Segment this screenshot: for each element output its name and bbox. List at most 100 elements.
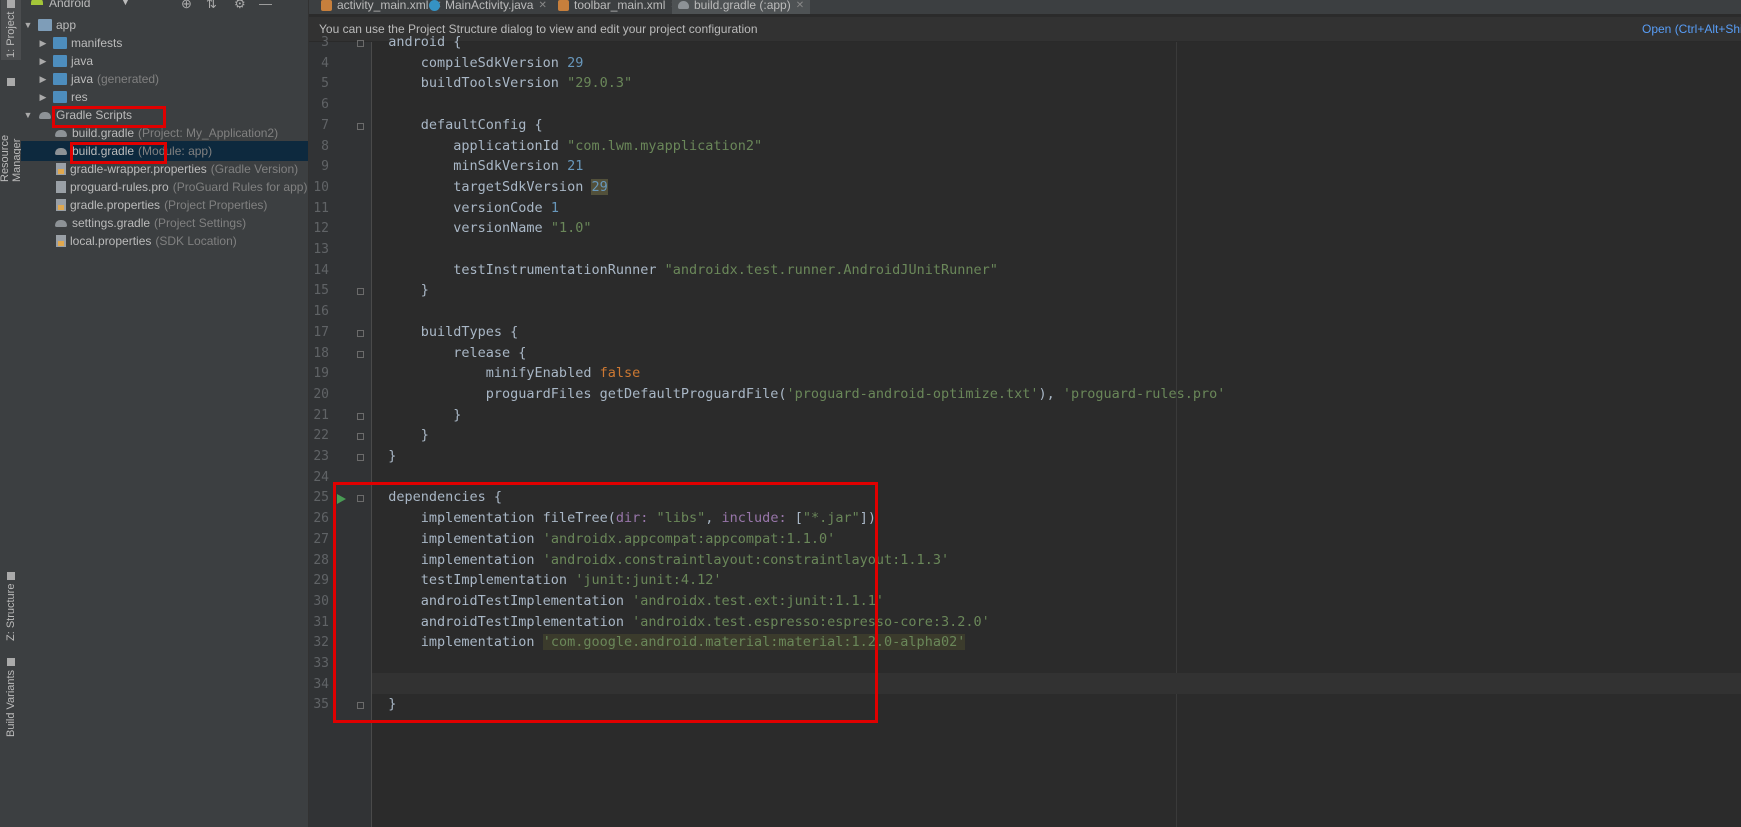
code-line: minSdkVersion 21 (372, 158, 584, 175)
fold-marker-icon[interactable] (357, 329, 364, 337)
line-number: 27 (313, 531, 329, 547)
line-number: 10 (313, 179, 329, 195)
tree-item-java-generated[interactable]: ▶ java (generated) (21, 69, 308, 89)
tab-label: MainActivity.java (445, 0, 534, 12)
tree-item-label: gradle-wrapper.properties (70, 162, 207, 176)
fold-marker-icon[interactable] (357, 350, 364, 358)
xml-file-icon (321, 0, 332, 11)
tree-item-hint: (ProGuard Rules for app) (172, 180, 308, 194)
code-line: defaultConfig { (372, 116, 543, 133)
tree-item-label: java (71, 72, 94, 86)
resource-manager-tab[interactable]: Resource Manager (0, 78, 23, 182)
resource-manager-icon (7, 78, 15, 86)
build-variants-tab-label: Build Variants (5, 670, 17, 738)
annotation-box-gradle-scripts (52, 106, 166, 128)
line-number: 17 (313, 324, 329, 340)
folder-icon (53, 55, 67, 67)
code-line: proguardFiles getDefaultProguardFile('pr… (372, 385, 1226, 402)
code-line: applicationId "com.lwm.myapplication2" (372, 137, 763, 154)
resources-folder-icon (53, 91, 67, 103)
text-file-icon (56, 181, 66, 193)
line-number: 16 (313, 304, 329, 320)
tree-item-label: res (71, 90, 88, 104)
tree-item-hint: (Project: My_Application2) (138, 126, 279, 140)
tree-item-label: app (56, 18, 77, 32)
project-folder-icon (7, 0, 15, 8)
gear-icon[interactable]: ⚙ (234, 0, 246, 12)
tree-item-local-properties[interactable]: local.properties (SDK Location) (21, 231, 308, 251)
line-number: 18 (313, 345, 329, 361)
folder-icon (53, 37, 67, 49)
collapsed-arrow-icon[interactable]: ▶ (38, 74, 48, 85)
collapsed-arrow-icon[interactable]: ▶ (38, 92, 48, 103)
tab-main-activity-java[interactable]: MainActivity.java ✕ (423, 0, 553, 14)
editor-tab-bar: activity_main.xml ✕ MainActivity.java ✕ … (309, 0, 1741, 14)
line-number: 4 (321, 55, 329, 71)
properties-file-icon (56, 235, 66, 247)
tree-item-label: gradle.properties (70, 198, 161, 212)
line-number: 14 (313, 262, 329, 278)
tree-item-proguard-rules[interactable]: proguard-rules.pro (ProGuard Rules for a… (21, 177, 308, 197)
project-tool-tab[interactable]: 1: Project (1, 0, 21, 60)
resource-manager-tab-label: Resource Manager (0, 134, 23, 182)
tree-item-settings-gradle[interactable]: settings.gradle (Project Settings) (21, 213, 308, 233)
fold-marker-icon[interactable] (357, 40, 364, 47)
xml-file-icon (558, 0, 569, 11)
line-number: 33 (313, 656, 329, 671)
line-number: 5 (321, 76, 329, 92)
close-icon[interactable]: ✕ (538, 0, 546, 11)
line-number: 26 (313, 511, 329, 527)
tree-item-res[interactable]: ▶ res (21, 87, 308, 107)
annotation-box-dependencies (333, 482, 878, 723)
tree-item-java[interactable]: ▶ java (21, 51, 308, 71)
tree-item-gradle-properties[interactable]: gradle.properties (Project Properties) (21, 195, 308, 215)
properties-file-icon (56, 199, 66, 211)
line-number: 34 (313, 676, 329, 692)
tab-toolbar-main-xml[interactable]: toolbar_main.xml ✕ (552, 0, 685, 14)
line-number: 31 (313, 614, 329, 630)
hide-icon[interactable]: — (259, 0, 272, 11)
tree-item-app[interactable]: ▼ app (21, 15, 308, 35)
line-number: 25 (313, 490, 329, 506)
locate-icon[interactable]: ⊕ (181, 0, 192, 12)
annotation-box-build-gradle (70, 142, 167, 164)
fold-marker-icon[interactable] (357, 433, 364, 441)
gradle-icon (54, 217, 68, 229)
fold-marker-icon[interactable] (357, 288, 364, 296)
close-icon[interactable]: ✕ (796, 0, 804, 11)
line-number: 21 (313, 407, 329, 423)
structure-tab[interactable]: Z: Structure (1, 572, 21, 642)
code-editor[interactable]: 3 android {4 compileSdkVersion 29 5 build… (309, 34, 1741, 827)
build-variants-tab[interactable]: Build Variants (1, 658, 21, 740)
code-line: } (372, 282, 429, 299)
fold-marker-icon[interactable] (357, 122, 364, 130)
collapsed-arrow-icon[interactable]: ▶ (38, 56, 48, 67)
collapsed-arrow-icon[interactable]: ▶ (38, 38, 48, 49)
line-number: 11 (313, 200, 329, 216)
line-number: 23 (313, 449, 329, 464)
gradle-icon (38, 109, 52, 121)
gradle-icon (678, 1, 689, 9)
expanded-arrow-icon[interactable]: ▼ (23, 20, 33, 30)
tree-item-manifests[interactable]: ▶ manifests (21, 33, 308, 53)
code-line: buildTypes { (372, 323, 519, 340)
tree-item-hint: (SDK Location) (155, 234, 237, 248)
project-view-selector[interactable]: Android (49, 0, 90, 10)
line-number: 35 (313, 697, 329, 713)
tab-build-gradle-app[interactable]: build.gradle (:app) ✕ (672, 0, 811, 14)
collapse-all-icon[interactable]: ⇅ (206, 0, 217, 12)
chevron-down-icon[interactable]: ▼ (121, 0, 130, 7)
tree-item-hint: (Gradle Version) (210, 162, 299, 176)
line-number: 30 (313, 593, 329, 609)
code-line: versionName "1.0" (372, 220, 592, 237)
line-number: 6 (321, 97, 329, 113)
tree-item-hint: (generated) (97, 72, 160, 86)
fold-marker-icon[interactable] (357, 412, 364, 420)
open-project-structure-link[interactable]: Open (Ctrl+Alt+Shift+S) (1642, 22, 1741, 36)
code-line: } (372, 448, 397, 464)
expanded-arrow-icon[interactable]: ▼ (23, 110, 33, 120)
fold-marker-icon[interactable] (357, 454, 364, 461)
line-number: 3 (321, 35, 329, 50)
